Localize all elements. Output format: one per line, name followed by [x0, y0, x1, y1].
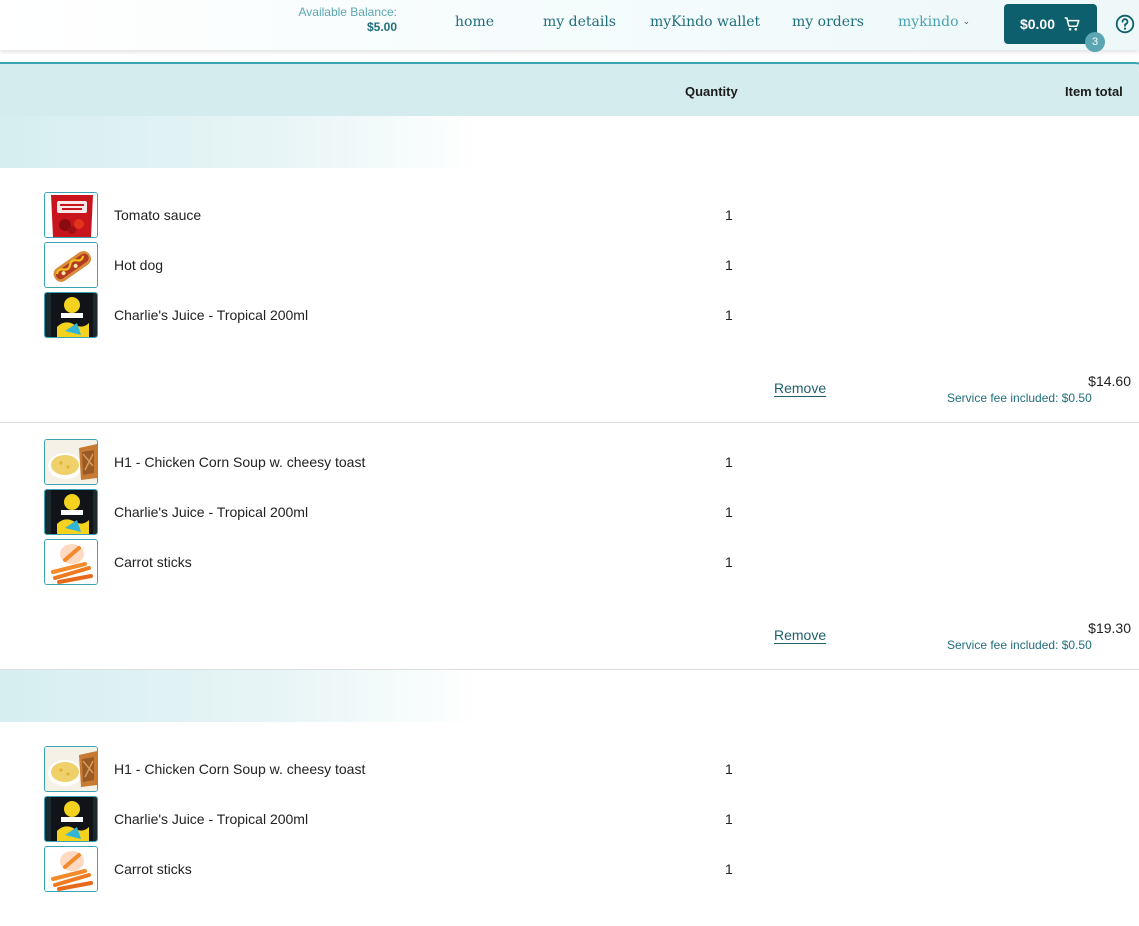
- item-quantity: 1: [725, 811, 733, 827]
- item-quantity: 1: [725, 761, 733, 777]
- item-name: Charlie's Juice - Tropical 200ml: [114, 307, 309, 323]
- cart-amount: $0.00: [1019, 16, 1056, 32]
- item-quantity: 1: [725, 861, 733, 877]
- chevron-down-icon: ⌄: [962, 17, 971, 27]
- cart-icon: [1064, 17, 1080, 31]
- item-quantity: 1: [725, 454, 733, 470]
- soup-image: [44, 746, 98, 792]
- item-quantity: 1: [725, 554, 733, 570]
- order-total: $14.60: [1088, 373, 1131, 389]
- item-name: Hot dog: [114, 257, 164, 273]
- cart-count-badge: 3: [1085, 32, 1105, 52]
- nav-mykindo-label: mykindo: [898, 14, 959, 30]
- hot-dog-image: [44, 242, 98, 288]
- service-fee-note: Service fee included: $0.50: [947, 391, 1092, 405]
- list-item: H1 - Chicken Corn Soup w. cheesy toast 1: [44, 439, 744, 485]
- nav-home[interactable]: home: [455, 14, 494, 30]
- service-fee-note: Service fee included: $0.50: [947, 638, 1092, 652]
- list-item: Charlie's Juice - Tropical 200ml 1: [44, 292, 744, 338]
- available-balance: Available Balance: $5.00: [298, 5, 397, 35]
- order-divider: [0, 422, 1139, 423]
- top-navigation-bar: Available Balance: $5.00 home my details…: [0, 0, 1139, 50]
- list-item: Charlie's Juice - Tropical 200ml 1: [44, 796, 744, 842]
- carrot-sticks-image: [44, 846, 98, 892]
- soup-image: [44, 439, 98, 485]
- nav-my-orders[interactable]: my orders: [792, 14, 864, 30]
- remove-order-button[interactable]: Remove: [774, 627, 826, 643]
- item-name: H1 - Chicken Corn Soup w. cheesy toast: [114, 761, 366, 777]
- item-name: Carrot sticks: [114, 554, 192, 570]
- juice-image: [44, 489, 98, 535]
- item-name: Carrot sticks: [114, 861, 192, 877]
- tomato-sauce-image: [44, 192, 98, 238]
- list-item: Carrot sticks 1: [44, 846, 744, 892]
- cart-table-header: Quantity Item total: [0, 62, 1139, 116]
- item-name: Charlie's Juice - Tropical 200ml: [114, 811, 309, 827]
- balance-value: $5.00: [366, 20, 397, 34]
- item-quantity: 1: [725, 307, 733, 323]
- list-item: Tomato sauce 1: [44, 192, 744, 238]
- order-group-banner: [0, 116, 1139, 168]
- item-name: H1 - Chicken Corn Soup w. cheesy toast: [114, 454, 366, 470]
- list-item: Charlie's Juice - Tropical 200ml 1: [44, 489, 744, 535]
- item-name: Charlie's Juice - Tropical 200ml: [114, 504, 309, 520]
- juice-image: [44, 292, 98, 338]
- nav-mykindo-wallet[interactable]: myKindo wallet: [650, 14, 760, 30]
- list-item: Carrot sticks 1: [44, 539, 744, 585]
- help-icon[interactable]: [1115, 14, 1135, 39]
- item-quantity: 1: [725, 257, 733, 273]
- cart-button[interactable]: $0.00: [1004, 4, 1097, 44]
- order-total: $19.30: [1088, 620, 1131, 636]
- item-quantity: 1: [725, 207, 733, 223]
- nav-mykindo-menu[interactable]: mykindo ⌄: [898, 14, 970, 30]
- carrot-sticks-image: [44, 539, 98, 585]
- quantity-column-header: Quantity: [685, 84, 738, 99]
- item-quantity: 1: [725, 504, 733, 520]
- list-item: Hot dog 1: [44, 242, 744, 288]
- order-group-banner: [0, 670, 1139, 722]
- list-item: H1 - Chicken Corn Soup w. cheesy toast 1: [44, 746, 744, 792]
- balance-label: Available Balance:: [298, 5, 397, 19]
- juice-image: [44, 796, 98, 842]
- nav-my-details[interactable]: my details: [543, 14, 616, 30]
- item-total-column-header: Item total: [1065, 84, 1123, 99]
- remove-order-button[interactable]: Remove: [774, 380, 826, 396]
- item-name: Tomato sauce: [114, 207, 202, 223]
